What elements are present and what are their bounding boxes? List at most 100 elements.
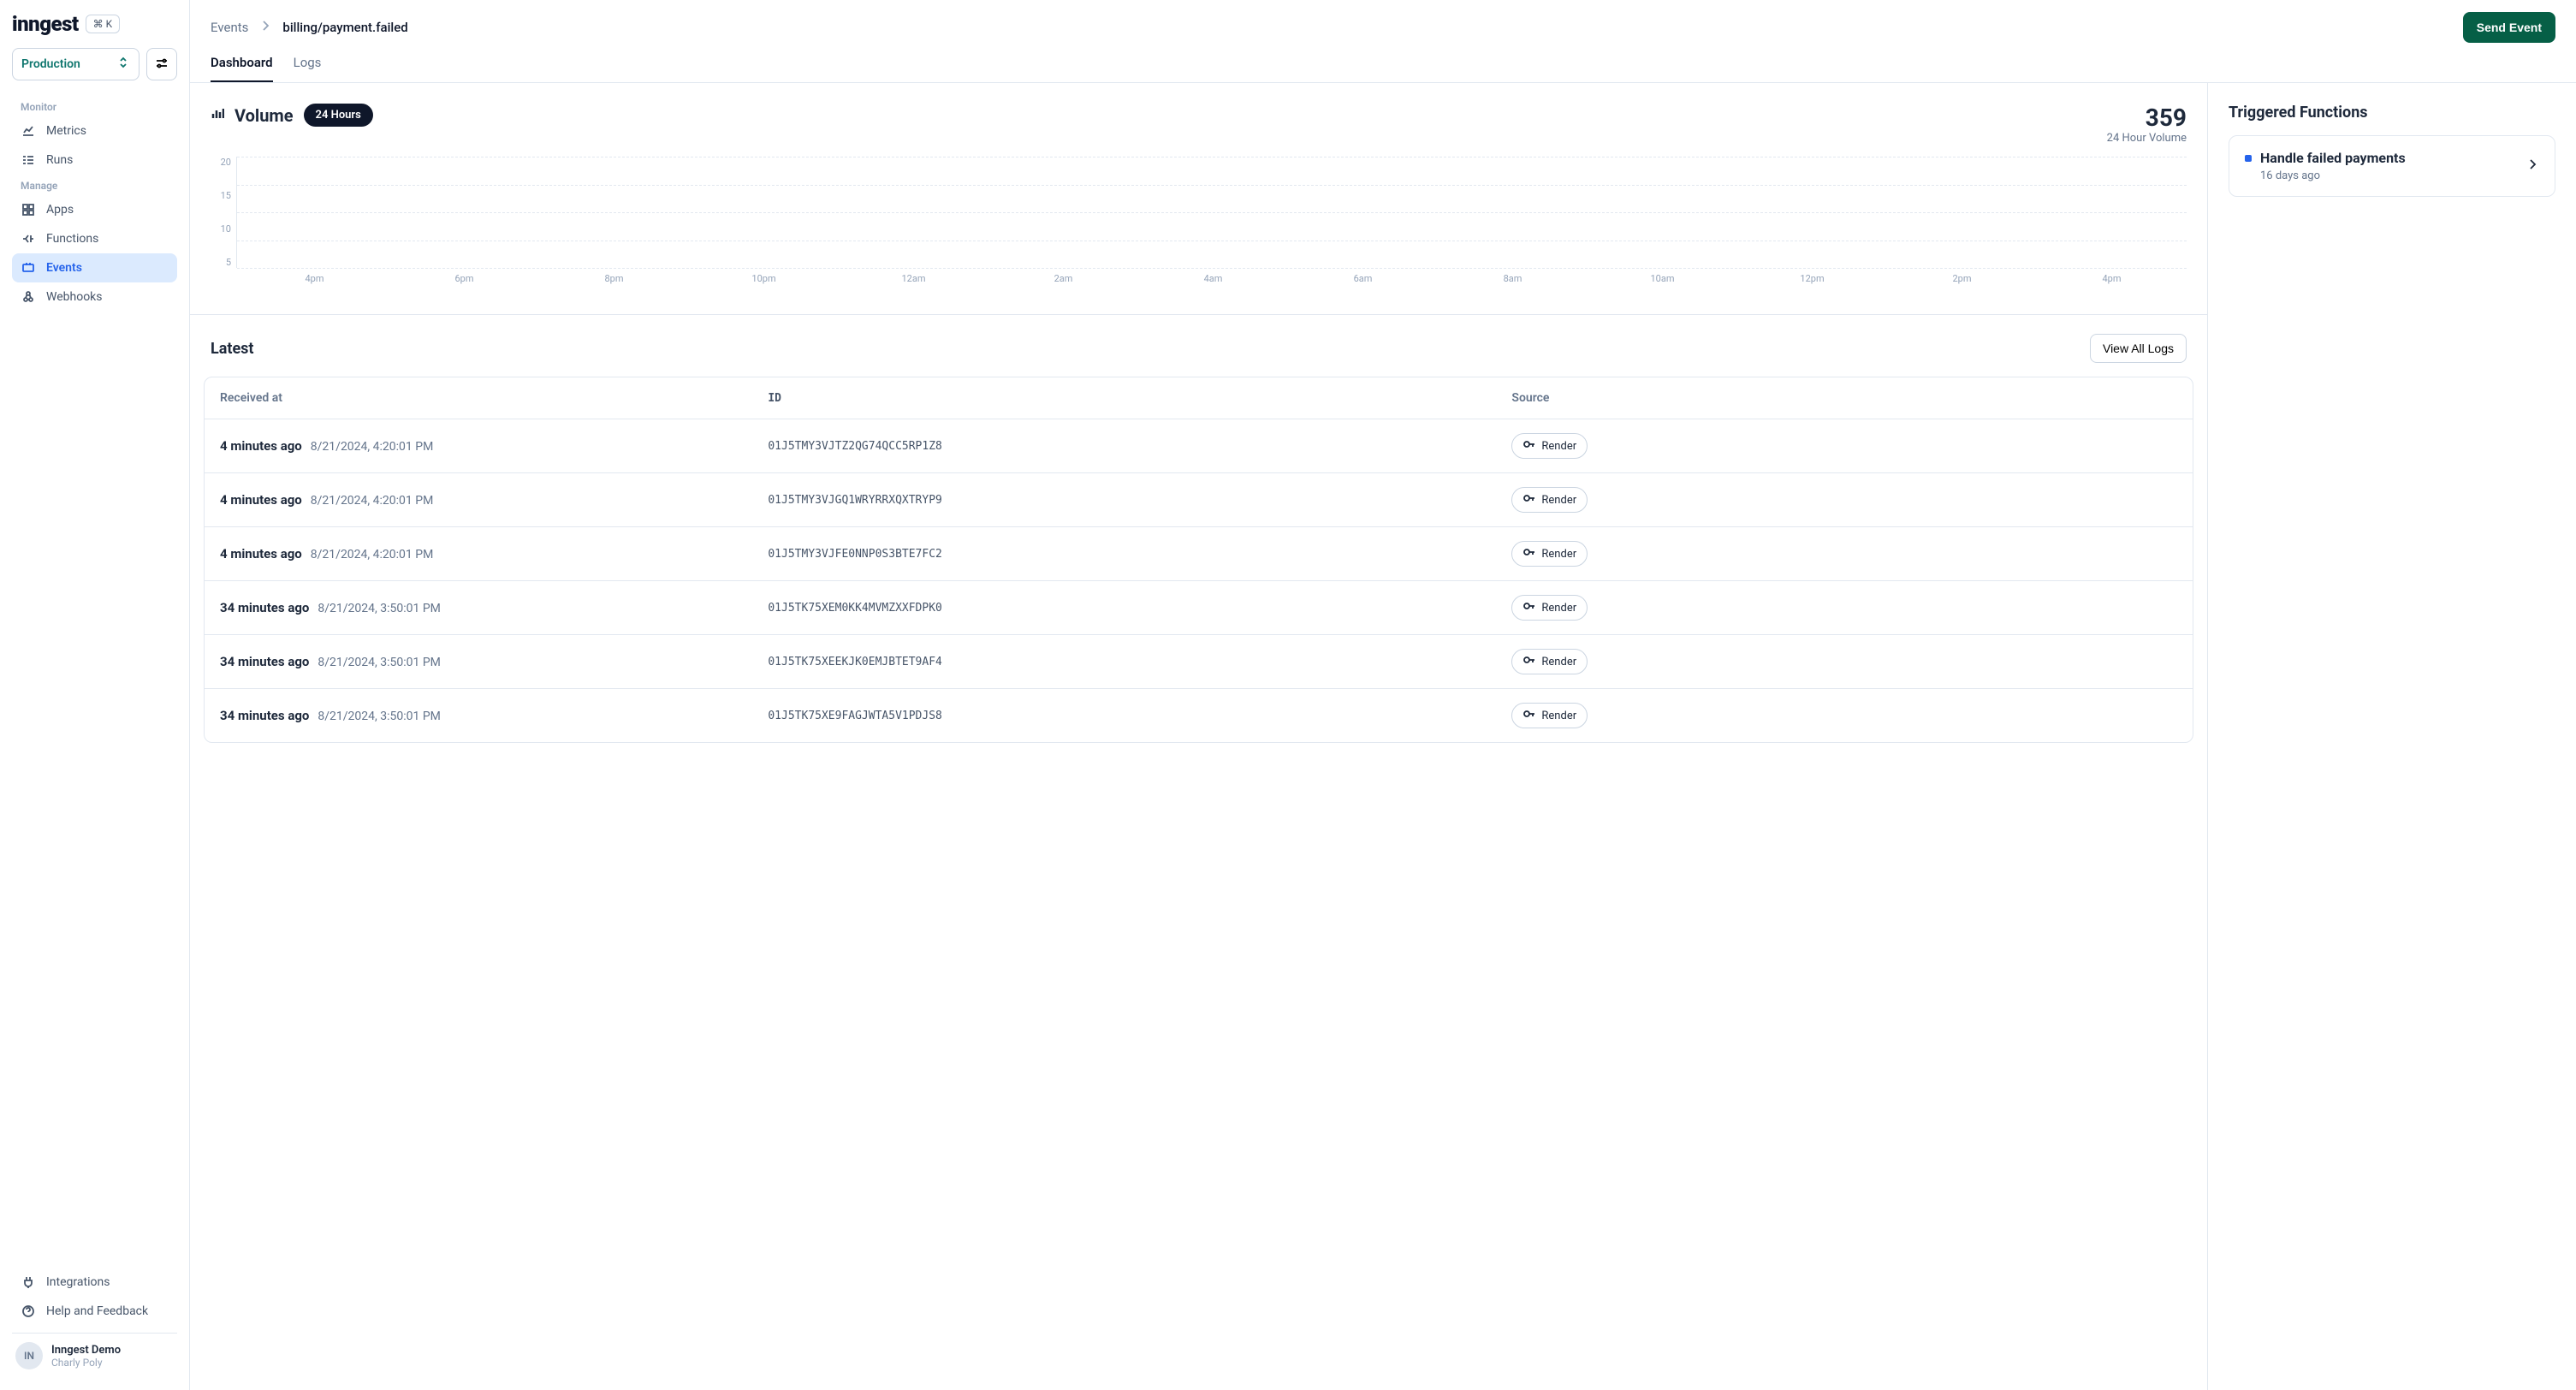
volume-section: Volume 24 Hours 359 24 Hour Volume 20151… xyxy=(190,83,2207,315)
sidebar-item-label: Metrics xyxy=(46,124,86,138)
tab-logs[interactable]: Logs xyxy=(294,55,322,82)
sidebar-item-label: Runs xyxy=(46,153,73,167)
x-tick: 4pm xyxy=(2037,273,2187,284)
x-tick: 10am xyxy=(1588,273,1737,284)
volume-total: 359 xyxy=(2107,104,2187,132)
event-id: 01J5TK75XEM0KK4MVMZXXFDPK0 xyxy=(768,602,1511,615)
send-event-button[interactable]: Send Event xyxy=(2463,12,2555,43)
table-row[interactable]: 4 minutes ago 8/21/2024, 4:20:01 PM01J5T… xyxy=(205,419,2193,473)
received-ago: 4 minutes ago xyxy=(220,546,302,561)
user-name: Inngest Demo xyxy=(51,1344,121,1357)
key-icon xyxy=(1522,437,1536,454)
grid-icon xyxy=(21,202,36,217)
x-tick: 4am xyxy=(1138,273,1288,284)
source-label: Render xyxy=(1541,494,1576,507)
triggered-function-card[interactable]: Handle failed payments 16 days ago xyxy=(2229,135,2555,197)
y-axis: 2015105 xyxy=(211,157,236,268)
table-row[interactable]: 34 minutes ago 8/21/2024, 3:50:01 PM 01J5… xyxy=(205,635,2193,689)
environment-name: Production xyxy=(21,57,80,71)
monitor-section-label: Monitor xyxy=(21,101,177,113)
breadcrumb: Events billing/payment.failed xyxy=(211,19,408,36)
sidebar-item-apps[interactable]: Apps xyxy=(12,195,177,224)
latest-section: Latest View All Logs Received at ID Sour… xyxy=(190,315,2207,762)
function-timestamp: 16 days ago xyxy=(2260,169,2406,182)
source-pill[interactable]: Render xyxy=(1511,433,1588,459)
received-timestamp: 8/21/2024, 3:50:01 PM xyxy=(318,710,441,723)
sidebar-item-integrations[interactable]: Integrations xyxy=(12,1268,177,1297)
source-pill[interactable]: Render xyxy=(1511,487,1588,513)
event-id: 01J5TMY3VJFE0NNP0S3BTE7FC2 xyxy=(768,548,1511,561)
function-status-dot xyxy=(2245,155,2252,162)
environment-settings-button[interactable] xyxy=(146,48,177,80)
key-icon xyxy=(1522,599,1536,616)
received-ago: 34 minutes ago xyxy=(220,654,309,669)
key-icon xyxy=(1522,545,1536,562)
col-header-source: Source xyxy=(1511,391,2177,405)
table-row[interactable]: 34 minutes ago 8/21/2024, 3:50:01 PM01J5… xyxy=(205,581,2193,635)
x-tick: 2am xyxy=(988,273,1138,284)
breadcrumb-events[interactable]: Events xyxy=(211,20,248,35)
x-axis: 4pm6pm8pm10pm12am2am4am6am8am10am12pm2pm… xyxy=(236,273,2187,284)
sidebar-item-functions[interactable]: Functions xyxy=(12,224,177,253)
webhook-icon xyxy=(21,289,36,305)
source-label: Render xyxy=(1541,602,1576,615)
sidebar-item-help[interactable]: Help and Feedback xyxy=(12,1297,177,1326)
sidebar-item-metrics[interactable]: Metrics xyxy=(12,116,177,146)
volume-total-label: 24 Hour Volume xyxy=(2107,132,2187,145)
sidebar-item-runs[interactable]: Runs xyxy=(12,146,177,175)
command-k-button[interactable]: ⌘ K xyxy=(86,15,121,33)
bar-chart-icon xyxy=(211,107,224,124)
event-id: 01J5TMY3VJGQ1WRYRRXQXTRYP9 xyxy=(768,494,1511,507)
x-tick: 8pm xyxy=(539,273,689,284)
event-id: 01J5TK75XEEKJK0EMJBTET9AF4 xyxy=(768,656,1511,668)
col-header-id: ID xyxy=(768,392,1511,405)
table-row[interactable]: 4 minutes ago 8/21/2024, 4:20:01 PM 01J5T… xyxy=(205,473,2193,527)
function-icon xyxy=(21,231,36,247)
event-id: 01J5TMY3VJTZ2QG74QCC5RP1Z8 xyxy=(768,440,1511,453)
source-label: Render xyxy=(1541,710,1576,722)
y-tick: 20 xyxy=(221,157,231,168)
user-menu[interactable]: IN Inngest Demo Charly Poly xyxy=(12,1333,177,1378)
key-icon xyxy=(1522,707,1536,724)
source-pill[interactable]: Render xyxy=(1511,595,1588,621)
environment-select[interactable]: Production xyxy=(12,48,139,80)
sidebar: inngest ⌘ K Production Monitor Metrics R… xyxy=(0,0,190,1390)
x-tick: 2pm xyxy=(1887,273,2037,284)
chevron-right-icon xyxy=(2526,157,2539,175)
events-icon xyxy=(21,260,36,276)
sidebar-item-webhooks[interactable]: Webhooks xyxy=(12,282,177,312)
user-subname: Charly Poly xyxy=(51,1357,121,1369)
received-timestamp: 8/21/2024, 4:20:01 PM xyxy=(311,494,434,508)
triggered-functions-title: Triggered Functions xyxy=(2229,104,2555,122)
time-range-badge[interactable]: 24 Hours xyxy=(304,104,373,127)
received-timestamp: 8/21/2024, 3:50:01 PM xyxy=(318,656,441,669)
source-pill[interactable]: Render xyxy=(1511,541,1588,567)
tabs: Dashboard Logs xyxy=(190,43,2576,83)
x-tick: 4pm xyxy=(240,273,389,284)
source-pill[interactable]: Render xyxy=(1511,649,1588,674)
help-icon xyxy=(21,1304,36,1319)
x-tick: 12am xyxy=(839,273,988,284)
sidebar-item-events[interactable]: Events xyxy=(12,253,177,282)
event-id: 01J5TK75XE9FAGJWTA5V1PDJS8 xyxy=(768,710,1511,722)
view-all-logs-button[interactable]: View All Logs xyxy=(2090,334,2187,363)
x-tick: 6pm xyxy=(389,273,539,284)
function-name: Handle failed payments xyxy=(2260,150,2406,166)
x-tick: 8am xyxy=(1438,273,1588,284)
x-tick: 6am xyxy=(1288,273,1438,284)
received-ago: 4 minutes ago xyxy=(220,492,302,508)
table-row[interactable]: 34 minutes ago 8/21/2024, 3:50:01 PM01J5… xyxy=(205,689,2193,742)
received-timestamp: 8/21/2024, 4:20:01 PM xyxy=(311,440,434,454)
chevron-right-icon xyxy=(258,19,272,36)
sidebar-item-label: Integrations xyxy=(46,1275,110,1289)
key-icon xyxy=(1522,491,1536,508)
col-header-received: Received at xyxy=(220,391,768,405)
table-row[interactable]: 4 minutes ago 8/21/2024, 4:20:01 PM 01J5T… xyxy=(205,527,2193,581)
sidebar-item-label: Events xyxy=(46,261,82,275)
tab-dashboard[interactable]: Dashboard xyxy=(211,55,273,82)
sidebar-item-label: Help and Feedback xyxy=(46,1304,148,1318)
received-timestamp: 8/21/2024, 4:20:01 PM xyxy=(311,548,434,561)
source-label: Render xyxy=(1541,548,1576,561)
plug-icon xyxy=(21,1274,36,1290)
source-pill[interactable]: Render xyxy=(1511,703,1588,728)
